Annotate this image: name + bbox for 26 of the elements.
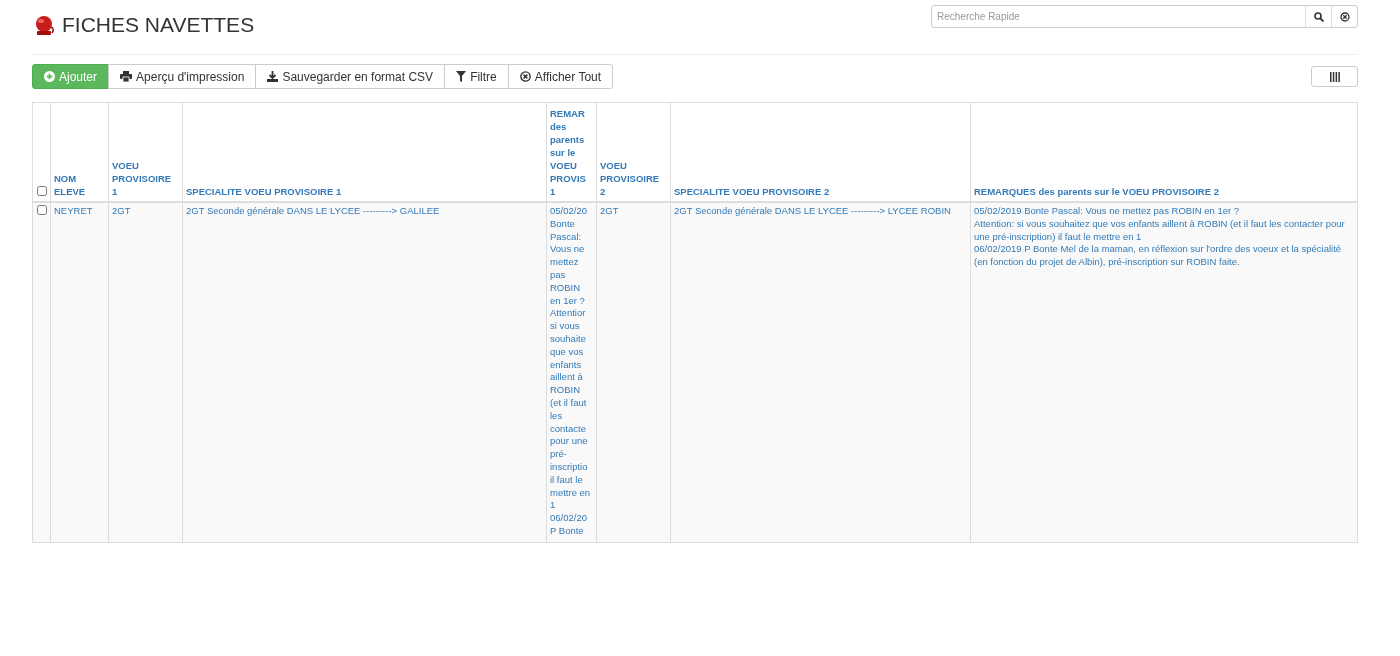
row-checkbox[interactable] [36,205,47,215]
table-cell: 05/02/2019 Bonte Pascal: Vous ne mettez pas ROBIN en 1er ? Attention: si vous souhaitez que vos enfants aillent à ROBIN (et il faut les contacter pour une pré-inscription) il faut le mettre en 1 06/02/2019 P Bonte Mel de la maman, en réflexion sur l'ordre des voeux et la spécialité (en fonction du projet de Albin), pré-inscription sur ROBIN faite. [970,202,1358,543]
table-cell: 2GT [596,202,671,543]
select-all-checkbox[interactable] [36,186,47,196]
printer-icon [120,71,133,82]
table-cell: 2GT Seconde générale DANS LE LYCEE ---------> LYCEE ROBIN [670,202,971,543]
clear-icon [1339,11,1350,22]
columns-icon [1329,71,1340,82]
download-icon [267,71,279,82]
download-button[interactable]: Sauvegarder en format CSV [255,64,446,89]
clear-button[interactable]: Afficher Tout [507,64,614,89]
table-cell: NEYRET [50,202,109,543]
filter-icon [456,71,467,82]
filter-button[interactable]: Filtre [444,64,509,89]
table-cell: 2GT [108,202,183,543]
page-title: FICHES NAVETTES [62,13,255,37]
table-cell: 05/02/20 Bonte Pascal: Vous ne mettez pas ROBIN en 1er ? Attentior si vous souhaite que vos enfants aillent à ROBIN (et il faut les contacte pour une pré-inscriptio il faut le mettre en 1 06/02/20 P Bonte [546,202,597,543]
add-button[interactable]: Ajouter [32,64,110,89]
table-cell: 2GT Seconde générale DANS LE LYCEE ---------> GALILEE [182,202,547,543]
search-field[interactable]: Recherche Rapide [931,5,1358,28]
circle-x-icon [519,71,531,82]
columns-button[interactable] [1311,66,1358,87]
search-icon [1313,11,1324,22]
print-button[interactable]: Aperçu d'impression [108,64,257,89]
plus-circle-icon [44,71,55,82]
search-input[interactable]: Recherche Rapide [932,6,1305,27]
